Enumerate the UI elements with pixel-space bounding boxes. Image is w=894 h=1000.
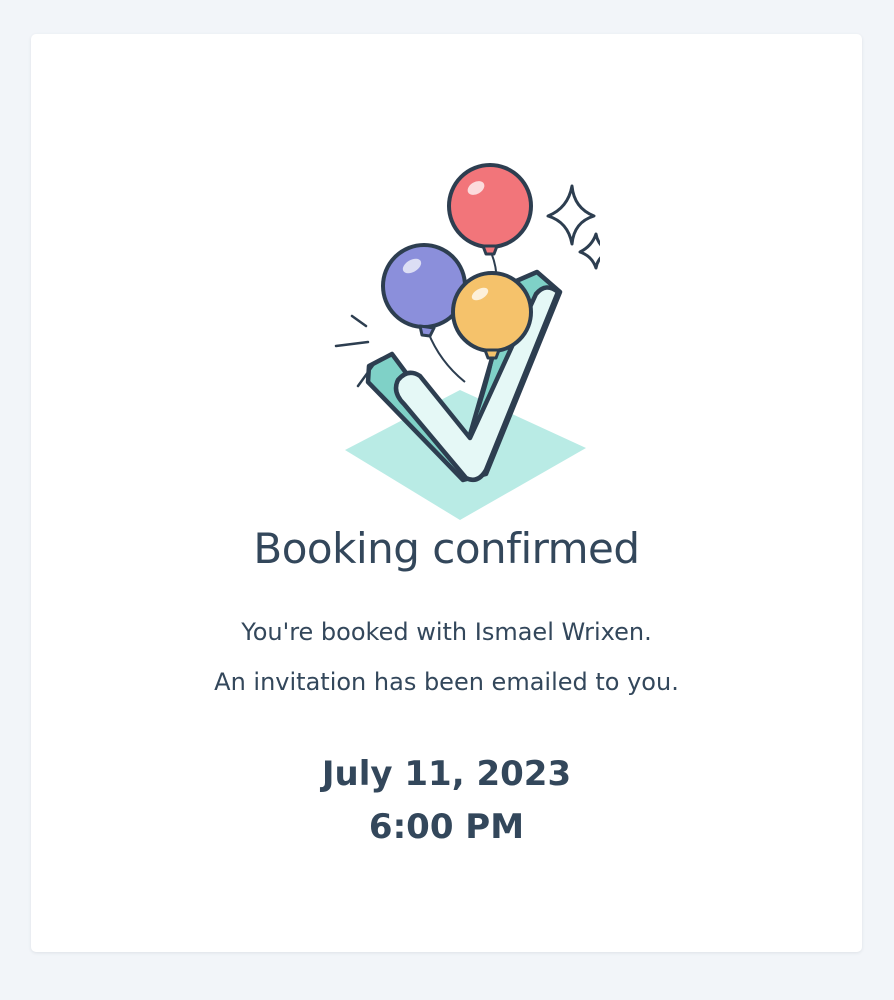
red-balloon	[447, 163, 533, 249]
booked-with-text: You're booked with Ismael Wrixen.	[241, 618, 652, 646]
confirmation-card: Booking confirmed You're booked with Ism…	[31, 34, 862, 952]
yellow-balloon	[451, 271, 533, 353]
invitation-emailed-text: An invitation has been emailed to you.	[214, 668, 679, 696]
booking-confirmed-illustration-icon	[334, 163, 600, 520]
booking-date: July 11, 2023	[321, 754, 572, 794]
balloon-string	[427, 331, 466, 383]
confirmation-title: Booking confirmed	[253, 524, 640, 573]
sparkle-icon	[578, 232, 600, 270]
sparkle-icon	[546, 184, 596, 246]
booking-time: 6:00 PM	[368, 807, 525, 847]
